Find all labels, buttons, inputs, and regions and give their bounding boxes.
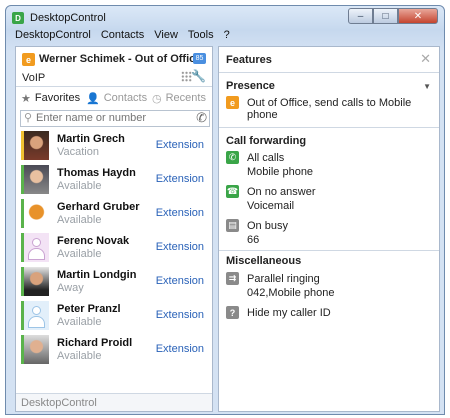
tab-favorites[interactable]: ★ Favorites xyxy=(16,87,81,109)
menu-tools[interactable]: Tools xyxy=(183,28,219,44)
on-busy-target: 66 xyxy=(247,234,260,246)
title-bar: D DesktopControl – □ ✕ xyxy=(6,6,444,28)
presence-status-text[interactable]: Out of Office, send calls to Mobile phon… xyxy=(247,97,439,121)
extension-link[interactable]: Extension xyxy=(156,275,204,287)
features-title: Features xyxy=(226,54,272,66)
window-controls: – □ ✕ xyxy=(348,8,438,24)
contact-row[interactable]: Thomas Haydn Available Extension xyxy=(16,165,212,199)
all-calls-option[interactable]: All calls xyxy=(247,152,284,164)
call-phone-icon[interactable]: ✆ xyxy=(196,110,207,126)
current-user-name: Werner Schimek - Out of Office xyxy=(39,53,202,65)
hide-caller-id-option[interactable]: Hide my caller ID xyxy=(247,307,331,319)
contact-name: Martin Londgin xyxy=(57,269,137,281)
contact-row[interactable]: Martin Grech Vacation Extension xyxy=(16,131,212,165)
contact-name: Ferenc Novak xyxy=(57,235,130,247)
extension-link[interactable]: Extension xyxy=(156,343,204,355)
close-window-button[interactable]: ✕ xyxy=(398,8,438,24)
contact-status: Available xyxy=(57,248,102,260)
current-user-panel: e Werner Schimek - Out of Office VoIP 85… xyxy=(16,47,212,87)
out-of-office-status-icon[interactable]: e xyxy=(22,53,35,66)
all-calls-target: Mobile phone xyxy=(247,166,314,178)
contact-name: Martin Grech xyxy=(57,133,125,145)
avatar xyxy=(21,199,49,228)
avatar xyxy=(21,165,49,194)
busy-icon: ▤ xyxy=(226,219,239,232)
miscellaneous-section-title: Miscellaneous xyxy=(226,255,302,267)
extension-link[interactable]: Extension xyxy=(156,139,204,151)
menu-contacts[interactable]: Contacts xyxy=(96,28,149,44)
divider xyxy=(219,127,439,128)
extension-link[interactable]: Extension xyxy=(156,173,204,185)
contact-status: Available xyxy=(57,180,102,192)
parallel-ringing-target: 042,Mobile phone xyxy=(247,287,335,299)
contact-row[interactable]: Martin Londgin Away Extension xyxy=(16,267,212,301)
divider xyxy=(219,250,439,251)
phone-forward-icon: ✆ xyxy=(226,151,239,164)
favorites-list: Martin Grech Vacation Extension Thomas H… xyxy=(16,131,212,369)
avatar xyxy=(21,301,49,330)
contact-row[interactable]: Ferenc Novak Available Extension xyxy=(16,233,212,267)
settings-wrench-icon[interactable]: 🔧 xyxy=(191,69,206,83)
tab-label: Contacts xyxy=(103,92,148,104)
clock-icon: ◷ xyxy=(152,92,162,105)
avatar xyxy=(21,335,49,364)
parallel-ringing-icon: ⇉ xyxy=(226,272,239,285)
contact-status: Available xyxy=(57,350,102,362)
features-header: Features ✕ xyxy=(219,47,439,73)
contact-status: Available xyxy=(57,316,102,328)
app-icon: D xyxy=(12,12,24,24)
tab-contacts[interactable]: 👤 Contacts xyxy=(81,87,147,109)
close-features-icon[interactable]: ✕ xyxy=(420,51,431,67)
maximize-button[interactable]: □ xyxy=(373,8,398,24)
contact-name: Gerhard Gruber xyxy=(57,201,140,213)
extension-link[interactable]: Extension xyxy=(156,241,204,253)
features-pane: Features ✕ Presence ▼ e Out of Office, s… xyxy=(218,46,440,412)
menu-view[interactable]: View xyxy=(149,28,183,44)
no-answer-icon: ☎ xyxy=(226,185,239,198)
menu-help[interactable]: ? xyxy=(219,28,235,44)
extension-link[interactable]: Extension xyxy=(156,207,204,219)
avatar xyxy=(21,131,49,160)
menu-desktopcontrol[interactable]: DesktopControl xyxy=(10,28,96,44)
on-busy-option[interactable]: On busy xyxy=(247,220,288,232)
contact-status: Available xyxy=(57,214,102,226)
menu-bar: DesktopControl Contacts View Tools ? xyxy=(10,28,235,44)
tab-recents[interactable]: ◷ Recents xyxy=(147,87,212,109)
chat-icon[interactable]: 85 xyxy=(193,53,206,64)
contact-name: Peter Pranzl xyxy=(57,303,121,315)
contact-tabs: ★ Favorites 👤 Contacts ◷ Recents xyxy=(16,87,212,109)
search-icon: ⚲ xyxy=(24,112,33,124)
contact-row[interactable]: Gerhard Gruber Available Extension xyxy=(16,199,212,233)
search-box: ⚲ ✆ xyxy=(20,110,210,127)
contact-row[interactable]: Richard Proidl Available Extension xyxy=(16,335,212,369)
avatar xyxy=(21,267,49,296)
search-input[interactable] xyxy=(36,112,186,124)
line-type: VoIP xyxy=(22,72,46,84)
avatar xyxy=(21,233,49,262)
status-footer: DesktopControl xyxy=(16,393,212,411)
presence-section-title: Presence xyxy=(226,80,275,92)
no-answer-target: Voicemail xyxy=(247,200,295,212)
no-answer-option[interactable]: On no answer xyxy=(247,186,315,198)
out-of-office-icon: e xyxy=(226,96,239,109)
hide-caller-id-icon: ? xyxy=(226,306,239,319)
app-window: D DesktopControl – □ ✕ DesktopControl Co… xyxy=(5,5,445,415)
contact-status: Away xyxy=(57,282,84,294)
person-icon: 👤 xyxy=(86,92,100,105)
minimize-button[interactable]: – xyxy=(348,8,373,24)
call-forwarding-section-title: Call forwarding xyxy=(226,135,307,147)
extension-link[interactable]: Extension xyxy=(156,309,204,321)
presence-dropdown-icon[interactable]: ▼ xyxy=(423,82,431,91)
contact-name: Richard Proidl xyxy=(57,337,133,349)
star-icon: ★ xyxy=(21,92,31,105)
contacts-pane: e Werner Schimek - Out of Office VoIP 85… xyxy=(15,46,213,412)
tab-label: Favorites xyxy=(34,92,81,104)
contact-row[interactable]: Peter Pranzl Available Extension xyxy=(16,301,212,335)
parallel-ringing-option[interactable]: Parallel ringing xyxy=(247,273,320,285)
window-title: DesktopControl xyxy=(30,12,106,24)
contact-name: Thomas Haydn xyxy=(57,167,136,179)
contact-status: Vacation xyxy=(57,146,99,158)
tab-label: Recents xyxy=(165,92,206,104)
